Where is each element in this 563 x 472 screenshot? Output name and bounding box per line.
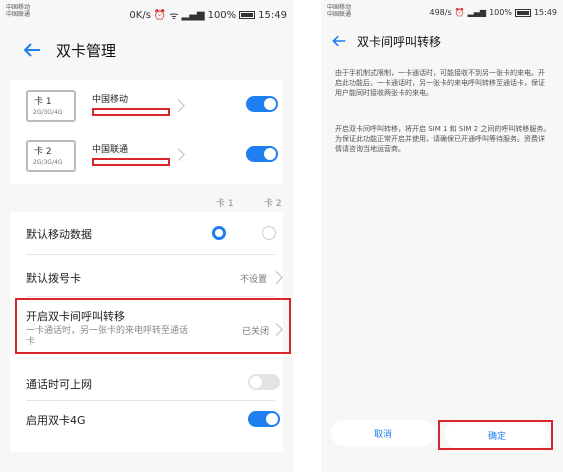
battery-percent: 100% [207,9,237,21]
internet-during-call-toggle[interactable] [248,374,280,390]
back-arrow-icon[interactable] [22,40,42,60]
sim-1-carrier: 中国移动 [92,95,129,105]
dual-4g-toggle[interactable] [248,411,280,427]
default-dial-label: 默认拨号卡 [26,272,81,285]
sim-1-network: 2G/3G/4G [33,109,63,116]
default-data-sim2-radio[interactable] [262,226,276,240]
title-bar: 双卡间呼叫转移 [321,26,563,56]
call-forwarding-status: 已关闭 [242,327,270,337]
sim-2-icon: 卡 2 2G/3G/4G [26,140,76,172]
clock: 15:49 [258,9,287,21]
page-title: 双卡管理 [56,41,117,60]
sim-1-icon: 卡 1 2G/3G/4G [26,90,76,122]
battery-icon [514,8,531,17]
clock: 15:49 [533,8,557,17]
signal-icon: ▂▄▆ [467,8,487,17]
carrier-1-label: 中国移动 [6,4,31,11]
sim-1-badge: 卡 1 [34,97,52,107]
dual-sim-settings-screen: 中国移动 中国联通 0K/s ⏰ ᯤ ▂▄▆ 100% 15:49 双卡管理 卡… [0,0,293,472]
title-bar: 双卡管理 [0,30,293,70]
carrier-2-label: 中国联通 [6,11,31,18]
column-sim-1: 卡 1 [216,199,234,209]
battery-percent: 100% [489,8,512,17]
description-paragraph-2: 开启双卡间呼叫转移，将开启 SIM 1 和 SIM 2 之间的呼叫转移服务。为保… [335,125,551,153]
column-sim-2: 卡 2 [264,199,282,209]
carrier-info: 中国移动 中国联通 [6,4,30,18]
back-arrow-icon[interactable] [331,33,347,49]
sim-2-network: 2G/3G/4G [33,159,63,166]
carrier-2-label: 中国联通 [327,11,352,18]
alarm-icon: ⏰ [153,9,167,21]
description-paragraph-1: 由于手机制式限制，一卡通话时，可能接收不到另一张卡的来电。开启此功能后，一卡通话… [335,69,545,97]
sim-2-carrier: 中国联通 [92,145,129,155]
battery-icon [239,11,256,19]
carrier-1-label: 中国移动 [327,4,352,11]
redacted-number-1 [92,108,170,116]
call-forwarding-subtitle: 一卡通话时，另一张卡的来电呼转至通话卡 [26,326,189,347]
network-speed: 0K/s [129,9,151,21]
status-indicators: 498/s ⏰ ▂▄▆ 100% 15:49 [429,8,557,17]
status-indicators: 0K/s ⏰ ᯤ ▂▄▆ 100% 15:49 [129,8,287,23]
dual-4g-label: 启用双卡4G [26,414,86,427]
confirm-button[interactable]: 确定 [445,422,549,448]
redacted-number-2 [92,158,170,166]
sim-1-chevron-icon [172,99,185,112]
sim-cards-card: 卡 1 2G/3G/4G 中国移动 卡 2 2G/3G/4G 中国联通 [10,80,283,184]
wifi-icon: ᯤ [169,11,179,22]
default-dial-value: 不设置 [240,275,268,285]
sim-2-toggle[interactable] [246,146,278,162]
call-forwarding-dialog-screen: 中国移动 中国联通 498/s ⏰ ▂▄▆ 100% 15:49 双卡间呼叫转移… [321,0,563,472]
status-bar: 中国移动 中国联通 0K/s ⏰ ᯤ ▂▄▆ 100% 15:49 [0,0,293,30]
internet-during-call-label: 通话时可上网 [26,378,92,391]
signal-icon: ▂▄▆ [181,9,205,21]
page-title: 双卡间呼叫转移 [357,34,442,49]
divider [26,296,275,297]
alarm-icon: ⏰ [454,8,465,17]
cancel-button[interactable]: 取消 [331,420,435,446]
network-speed: 498/s [429,8,452,17]
divider [26,400,275,401]
call-forwarding-title: 开启双卡间呼叫转移 [26,310,125,323]
sim-2-badge: 卡 2 [34,147,52,157]
sim-1-toggle[interactable] [246,96,278,112]
panel-gap [293,0,321,472]
sim-2-chevron-icon [172,148,185,161]
carrier-info: 中国移动 中国联通 [327,4,351,18]
divider [26,254,275,255]
default-data-label: 默认移动数据 [26,228,92,241]
default-data-sim1-radio[interactable] [212,226,226,240]
